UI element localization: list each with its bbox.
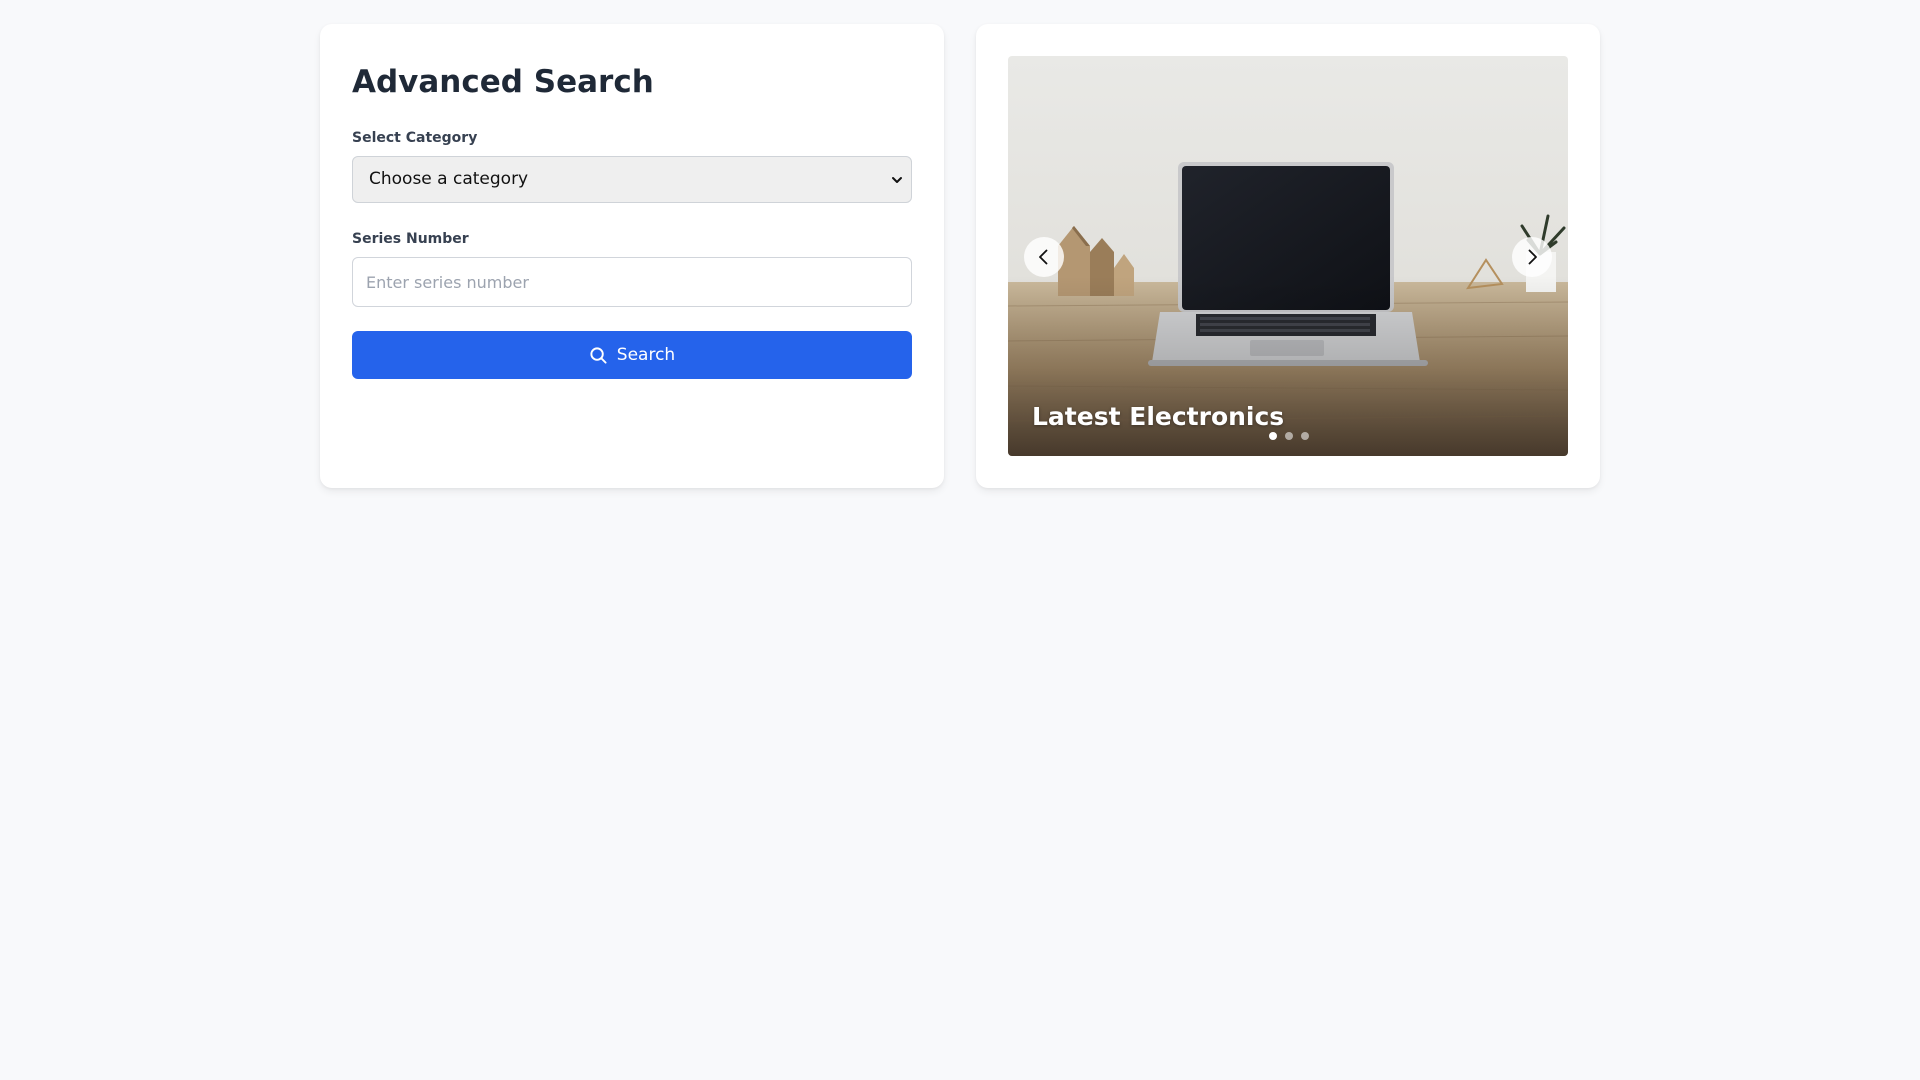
chevron-left-icon	[1039, 249, 1048, 265]
search-button-label: Search	[616, 345, 676, 365]
carousel-caption: Latest Electronics	[1032, 402, 1285, 431]
carousel-prev-button[interactable]	[1024, 237, 1064, 277]
carousel-dot-3[interactable]	[1301, 432, 1309, 440]
advanced-search-card: Advanced Search Select Category Choose a…	[320, 24, 944, 488]
carousel-next-button[interactable]	[1512, 237, 1552, 277]
chevron-down-icon	[892, 177, 902, 183]
carousel-card: Latest Electronics	[976, 24, 1600, 488]
chevron-right-icon	[1528, 249, 1537, 265]
carousel-dot-1[interactable]	[1269, 432, 1277, 440]
slide-image-laptop	[1008, 56, 1568, 456]
image-carousel[interactable]: Latest Electronics	[1008, 56, 1568, 456]
series-number-input[interactable]	[352, 257, 912, 307]
series-number-label: Series Number	[352, 231, 469, 247]
carousel-dot-2[interactable]	[1285, 432, 1293, 440]
search-button[interactable]: Search	[352, 331, 912, 379]
category-label: Select Category	[352, 130, 478, 146]
carousel-indicators	[1269, 432, 1309, 440]
page-title: Advanced Search	[352, 64, 654, 100]
search-icon	[590, 346, 607, 364]
category-select-value: Choose a category	[369, 169, 529, 189]
category-select[interactable]: Choose a category	[352, 156, 912, 203]
